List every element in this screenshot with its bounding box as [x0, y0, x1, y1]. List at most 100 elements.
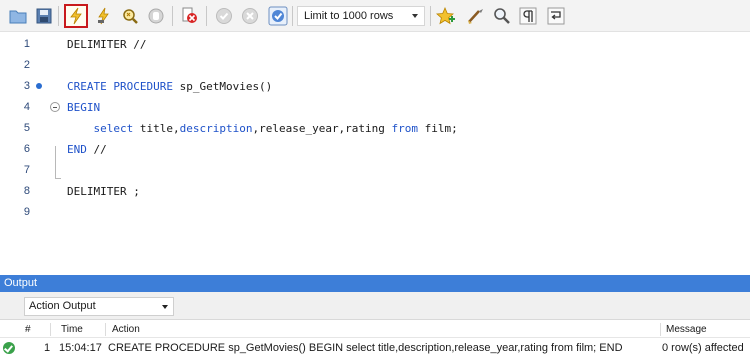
editor-line[interactable]: 8 DELIMITER ; — [0, 181, 750, 202]
editor-line[interactable]: 3 CREATE PROCEDURE sp_GetMovies() — [0, 76, 750, 97]
line-number: 2 — [23, 59, 30, 71]
find-button[interactable] — [490, 4, 514, 28]
toggle-stop-on-error-button[interactable] — [178, 4, 202, 28]
add-snippet-icon — [436, 7, 455, 25]
autocommit-icon — [268, 6, 288, 26]
toggle-stop-on-error-icon — [182, 7, 197, 23]
wrap-lines-icon — [547, 7, 565, 25]
toolbar-separator — [206, 6, 207, 26]
rollback-button[interactable] — [238, 4, 262, 28]
open-folder-icon — [9, 10, 27, 24]
line-number: 4 — [23, 101, 30, 113]
fold-guide-line — [55, 146, 56, 178]
save-icon — [36, 8, 52, 24]
fold-toggle-icon[interactable] — [50, 102, 60, 112]
row-time: 15:04:17 — [59, 342, 102, 354]
execute-button[interactable] — [64, 4, 88, 28]
code-text: DELIMITER ; — [67, 181, 140, 202]
column-separator — [105, 323, 106, 336]
column-header-time[interactable]: Time — [61, 321, 83, 338]
sql-token: // — [86, 143, 107, 156]
output-panel-header: Output — [0, 275, 750, 292]
sql-token: DELIMITER // — [67, 38, 147, 51]
code-text: BEGIN — [67, 97, 100, 118]
invisible-chars-button[interactable] — [516, 4, 540, 28]
column-header-message[interactable]: Message — [666, 321, 707, 338]
line-number: 7 — [23, 164, 30, 176]
sql-token: ,release_year,rating — [252, 122, 392, 135]
sql-token: sp_GetMovies() — [172, 80, 273, 93]
sql-keyword: select — [93, 122, 134, 135]
editor-line[interactable]: 2 — [0, 55, 750, 76]
execute-current-statement-button[interactable] — [92, 4, 116, 28]
limit-rows-select[interactable]: Limit to 1000 rows — [297, 6, 425, 26]
output-grid-header: # Time Action Message — [0, 321, 750, 338]
sql-keyword: CREATE PROCEDURE — [67, 80, 173, 93]
sql-token: film; — [418, 122, 458, 135]
execute-current-icon — [98, 7, 109, 25]
column-header-num[interactable]: # — [25, 321, 31, 338]
editor-line[interactable]: 5 select title,description,release_year,… — [0, 118, 750, 139]
code-text: DELIMITER // — [67, 34, 146, 55]
toolbar-separator — [430, 6, 431, 26]
row-action: CREATE PROCEDURE sp_GetMovies() BEGIN se… — [108, 342, 623, 354]
stop-button[interactable] — [144, 4, 168, 28]
code-text: END // — [67, 139, 107, 160]
sql-token: title, — [133, 122, 180, 135]
open-folder-button[interactable] — [6, 4, 30, 28]
add-snippet-button[interactable] — [434, 4, 458, 28]
find-icon — [494, 8, 510, 24]
stop-icon — [148, 8, 164, 24]
editor-line[interactable]: 4 BEGIN — [0, 97, 750, 118]
toolbar-separator — [172, 6, 173, 26]
sql-keyword: BEGIN — [67, 101, 101, 114]
sql-editor[interactable]: 1 DELIMITER // 2 3 CREATE PROCEDURE sp_GetMo… — [0, 32, 750, 270]
success-check-icon — [3, 342, 15, 354]
limit-rows-value: Limit to 1000 rows — [304, 10, 394, 22]
line-number: 3 — [23, 80, 30, 92]
output-type-select[interactable]: Action Output — [24, 297, 174, 316]
fold-guide-end — [55, 178, 61, 179]
line-number: 9 — [23, 206, 30, 218]
line-number: 5 — [23, 122, 30, 134]
sql-keyword: from — [391, 122, 419, 135]
explain-icon — [123, 9, 138, 24]
rollback-icon — [242, 8, 258, 24]
statement-marker-icon — [36, 83, 42, 89]
editor-line[interactable]: 7 — [0, 160, 750, 181]
toolbar-separator — [58, 6, 59, 26]
row-num: 1 — [44, 342, 51, 354]
save-button[interactable] — [32, 4, 56, 28]
autocommit-button[interactable] — [266, 4, 290, 28]
line-number: 6 — [23, 143, 30, 155]
chevron-down-icon — [162, 305, 168, 309]
toolbar-separator — [292, 6, 293, 26]
code-text: CREATE PROCEDURE sp_GetMovies() — [67, 76, 272, 97]
sql-keyword: description — [179, 122, 253, 135]
output-type-value: Action Output — [29, 300, 96, 312]
editor-line[interactable]: 1 DELIMITER // — [0, 34, 750, 55]
line-number: 1 — [23, 38, 30, 50]
wrap-lines-button[interactable] — [544, 4, 568, 28]
output-panel-title: Output — [4, 277, 38, 289]
row-message: 0 row(s) affected — [662, 342, 744, 354]
table-row[interactable]: 1 15:04:17 CREATE PROCEDURE sp_GetMovies… — [0, 338, 750, 358]
column-separator — [50, 323, 51, 336]
beautify-icon — [468, 9, 483, 24]
commit-button[interactable] — [212, 4, 236, 28]
beautify-button[interactable] — [464, 4, 488, 28]
output-toolbar: Action Output — [0, 292, 750, 320]
code-text: select title,description,release_year,ra… — [67, 118, 458, 139]
commit-icon — [216, 8, 232, 24]
execute-icon — [70, 7, 82, 25]
editor-line[interactable]: 9 — [0, 202, 750, 223]
sql-token: DELIMITER ; — [67, 185, 140, 198]
explain-button[interactable] — [118, 4, 142, 28]
sql-keyword: END — [67, 143, 87, 156]
sql-editor-toolbar: Limit to 1000 rows — [0, 0, 750, 32]
editor-line[interactable]: 6 END // — [0, 139, 750, 160]
invisible-chars-icon — [519, 7, 537, 25]
line-number: 8 — [23, 185, 30, 197]
column-header-action[interactable]: Action — [112, 321, 140, 338]
